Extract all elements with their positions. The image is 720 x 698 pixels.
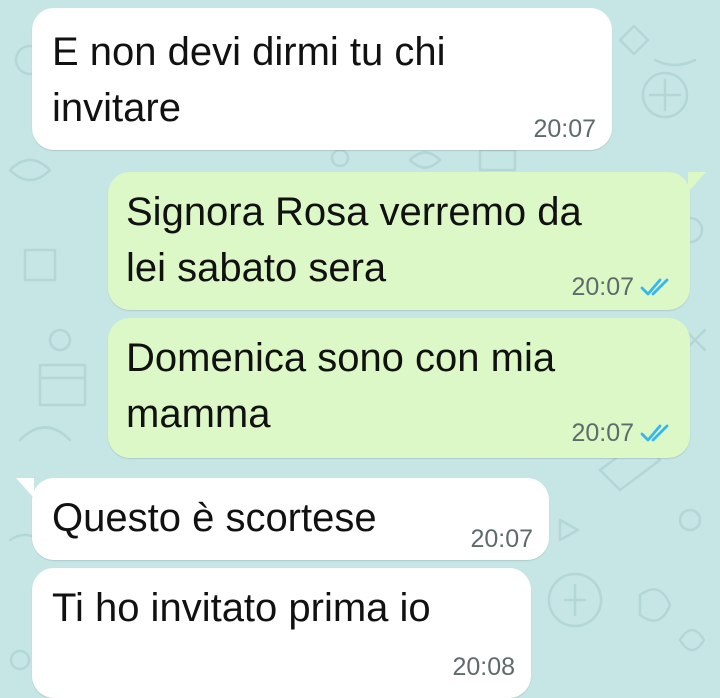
incoming-message[interactable]: Ti ho invitato prima io 20:08 [32,568,531,698]
message-text: Domenica sono con mia [126,336,556,380]
double-check-read-icon [640,278,669,296]
message-text: invitare [52,86,181,130]
message-timestamp: 20:07 [571,419,634,447]
bubble-tail [16,478,34,498]
message-timestamp: 20:08 [452,653,515,681]
incoming-message[interactable]: E non devi dirmi tu chi invitare 20:07 [32,8,612,150]
message-text: Signora Rosa verremo da [126,190,582,234]
message-timestamp: 20:07 [470,525,533,553]
message-text: mamma [126,392,271,436]
message-list[interactable]: E non devi dirmi tu chi invitare 20:07 S… [0,0,720,698]
message-text: E non devi dirmi tu chi [52,30,446,74]
outgoing-message[interactable]: Domenica sono con mia mamma 20:07 [108,318,690,458]
message-timestamp: 20:07 [571,273,634,301]
message-text: lei sabato sera [126,246,387,290]
message-text: Questo è scortese [52,496,377,540]
message-text: Ti ho invitato prima io [52,586,431,630]
bubble-tail [688,172,706,192]
outgoing-message[interactable]: Signora Rosa verremo da lei sabato sera … [108,172,690,310]
double-check-read-icon [640,424,669,442]
incoming-message[interactable]: Questo è scortese 20:07 [32,478,549,560]
message-timestamp: 20:07 [533,115,596,143]
